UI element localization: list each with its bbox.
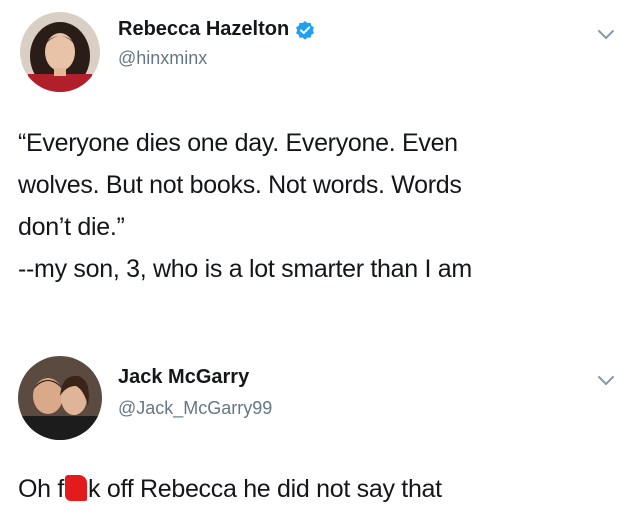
- author-handle[interactable]: @hinxminx: [118, 48, 207, 69]
- author-name[interactable]: Rebecca Hazelton: [118, 18, 289, 41]
- verified-badge-icon: [296, 20, 315, 40]
- author-handle[interactable]: @Jack_McGarry99: [118, 398, 272, 419]
- censor-mark: [65, 475, 88, 501]
- tweet-text-line: wolves. But not books. Not words. Words: [18, 171, 462, 199]
- tweet-text-line: “Everyone dies one day. Everyone. Even: [18, 129, 458, 157]
- tweet-text: “Everyone dies one day. Everyone. Even w…: [18, 122, 618, 290]
- avatar-jack[interactable]: [18, 356, 102, 440]
- tweet-rebecca: Rebecca Hazelton @hinxminx “Everyone die…: [0, 0, 640, 340]
- avatar-rebecca[interactable]: [20, 12, 100, 92]
- tweet-text-line: --my son, 3, who is a lot smarter than I…: [18, 255, 472, 283]
- tweet-text-part: Oh f: [18, 475, 65, 503]
- tweet-text-line: don’t die.”: [18, 213, 125, 241]
- tweet-text-part: k off Rebecca he did not say that: [88, 475, 442, 503]
- author-name[interactable]: Jack McGarry: [118, 366, 249, 389]
- chevron-down-icon[interactable]: [596, 28, 616, 42]
- tweet-jack: Jack McGarry @Jack_McGarry99 Oh f k off R…: [0, 340, 640, 520]
- tweet-text-line: Oh f k off Rebecca he did not say that: [18, 468, 618, 510]
- author-row: Rebecca Hazelton: [118, 18, 315, 41]
- tweet-text: Oh f k off Rebecca he did not say that: [18, 468, 618, 510]
- chevron-down-icon[interactable]: [596, 374, 616, 388]
- author-row: Jack McGarry: [118, 366, 249, 389]
